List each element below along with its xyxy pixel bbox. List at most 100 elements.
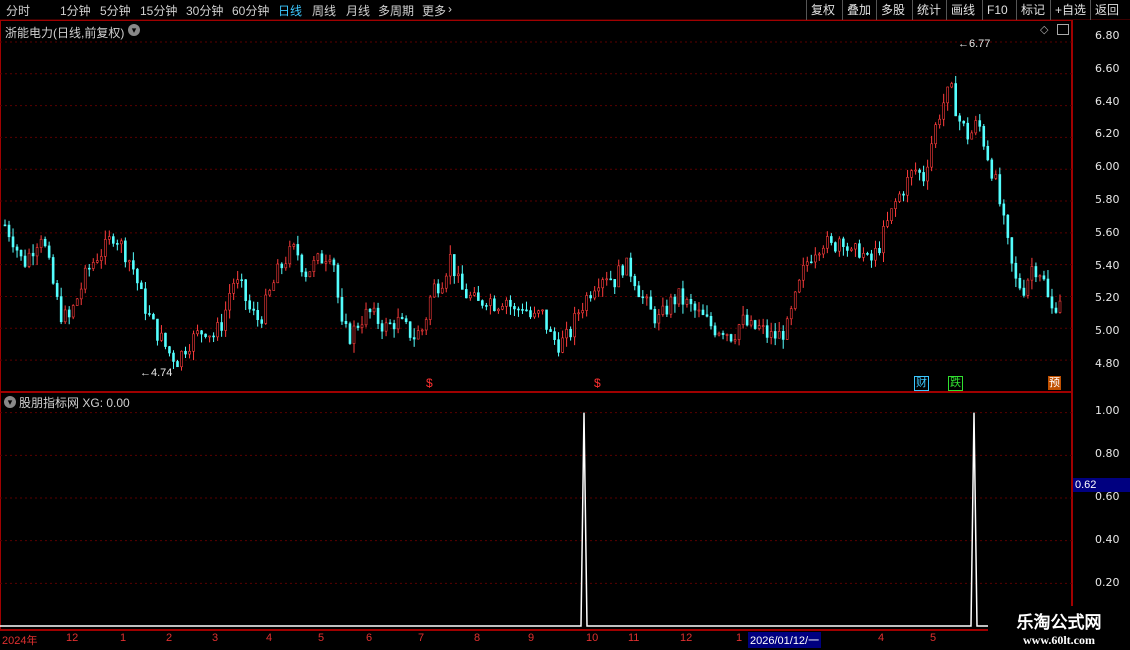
candle-body [124, 240, 127, 263]
candle-body [918, 169, 921, 173]
candle-body [585, 295, 588, 311]
toolbar: 分时 1分钟 5分钟 15分钟 30分钟 60分钟 日线 周线 月线 多周期 更… [0, 0, 1130, 20]
candle-body [597, 287, 600, 292]
price-tick: 5.40 [1095, 259, 1120, 272]
chevron-right-icon[interactable]: › [448, 2, 452, 16]
period-tab-5min[interactable]: 5分钟 [100, 2, 131, 19]
candle-body [420, 329, 424, 332]
mark-button[interactable]: 标记 [1016, 0, 1049, 20]
event-marker[interactable]: $ [426, 376, 433, 390]
candle-body [360, 324, 364, 328]
candle-body [444, 275, 448, 289]
candle-body [866, 253, 869, 255]
candle-body [809, 261, 813, 264]
candle-body [465, 289, 468, 299]
period-tab-weekly[interactable]: 周线 [312, 2, 336, 19]
period-tab-60min[interactable]: 60分钟 [232, 2, 269, 19]
price-tick: 5.00 [1095, 324, 1120, 337]
candle-body [589, 295, 592, 299]
candle-body [160, 332, 163, 341]
overlay-button[interactable]: 叠加 [842, 0, 875, 20]
candle-body [653, 308, 657, 324]
fuquan-button[interactable]: 复权 [806, 0, 839, 20]
drop-marker[interactable]: 跌 [948, 376, 963, 391]
candle-body [681, 288, 685, 305]
candle-body [573, 313, 576, 338]
candle-body [834, 242, 837, 252]
period-tab-fenshi[interactable]: 分时 [6, 2, 30, 19]
candle-body [769, 331, 773, 338]
candle-body [456, 273, 460, 277]
candle-body [926, 166, 929, 182]
candle-body [773, 331, 777, 339]
candle-body [19, 249, 23, 257]
candle-body [533, 312, 536, 318]
price-tick: 4.80 [1095, 357, 1120, 370]
candle-body [689, 298, 693, 305]
candle-body [31, 252, 35, 257]
candle-body [501, 306, 504, 310]
period-tab-30min[interactable]: 30分钟 [186, 2, 223, 19]
period-tab-1min[interactable]: 1分钟 [60, 2, 91, 19]
candle-body [826, 236, 829, 249]
price-tick: 6.00 [1095, 160, 1120, 173]
back-button[interactable]: 返回 [1090, 0, 1123, 20]
cursor-date-badge: 2026/01/12/一 [748, 632, 822, 648]
candle-body [958, 115, 962, 122]
candle-body [1022, 287, 1026, 296]
candle-body [308, 271, 312, 278]
price-tick: 5.60 [1095, 226, 1120, 239]
candle-body [416, 330, 420, 340]
cursor-value-badge: 0.62 [1073, 478, 1130, 492]
candle-body [545, 309, 548, 330]
candle-body [268, 290, 272, 296]
candle-body [71, 305, 75, 318]
candle-body [1054, 307, 1058, 313]
candle-body [745, 314, 749, 326]
candle-body [424, 319, 428, 331]
candle-body [725, 334, 729, 336]
candle-body [629, 257, 633, 277]
candle-body [729, 334, 733, 342]
multi-stock-button[interactable]: 多股 [876, 0, 909, 20]
candle-body [15, 246, 19, 251]
candle-body [777, 331, 781, 339]
period-tab-monthly[interactable]: 月线 [346, 2, 370, 19]
candle-body [1014, 262, 1018, 279]
candle-body [400, 316, 404, 319]
candle-body [260, 319, 264, 324]
add-watchlist-button[interactable]: +自选 [1050, 0, 1090, 20]
candle-body [220, 322, 223, 331]
candle-body [858, 243, 861, 258]
candle-body [613, 279, 617, 288]
statistics-button[interactable]: 统计 [912, 0, 945, 20]
draw-line-button[interactable]: 画线 [946, 0, 979, 20]
period-tab-multi[interactable]: 多周期 [378, 2, 414, 19]
candle-body [188, 350, 191, 355]
period-tab-15min[interactable]: 15分钟 [140, 2, 177, 19]
candle-body [180, 350, 183, 368]
candle-body [561, 337, 564, 353]
candle-body [312, 260, 316, 272]
candle-body [553, 331, 556, 340]
date-label: 12 [680, 632, 693, 644]
indicator-axis: 1.00 0.80 0.60 0.40 0.20 0.62 [1072, 392, 1130, 630]
candle-body [87, 267, 91, 270]
candle-body [633, 275, 637, 287]
candle-body [252, 308, 256, 311]
candle-body [1010, 237, 1014, 264]
period-tab-more[interactable]: 更多 [422, 2, 446, 19]
f10-button[interactable]: F10 [982, 0, 1012, 20]
finance-marker[interactable]: 财 [914, 376, 929, 391]
candle-body [581, 310, 584, 314]
candle-body [200, 330, 203, 335]
period-tab-daily[interactable]: 日线 [278, 2, 302, 19]
candle-body [452, 254, 456, 277]
candle-body [59, 296, 63, 323]
event-marker[interactable]: $ [594, 376, 601, 390]
candle-body [621, 265, 625, 276]
candle-body [789, 308, 793, 320]
candle-body [721, 332, 725, 335]
forecast-marker[interactable]: 预 [1048, 376, 1061, 390]
candle-body [737, 324, 741, 340]
